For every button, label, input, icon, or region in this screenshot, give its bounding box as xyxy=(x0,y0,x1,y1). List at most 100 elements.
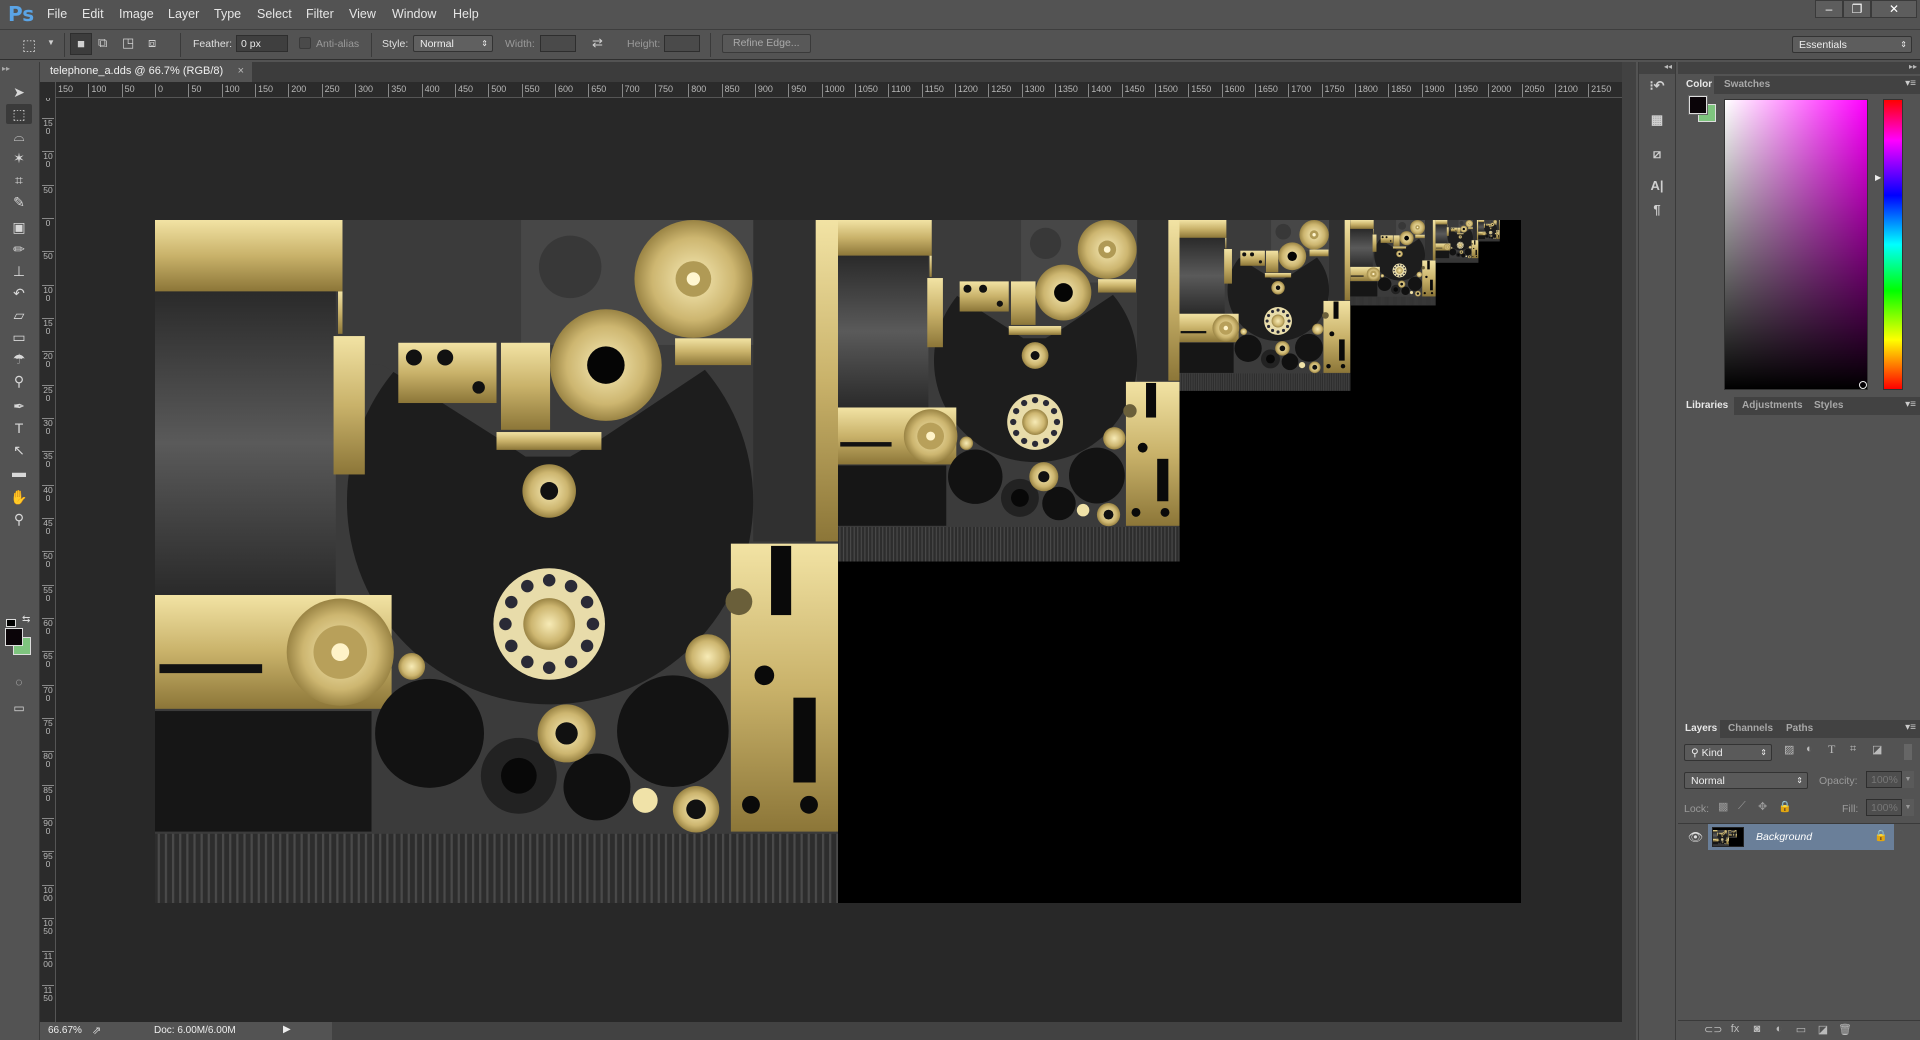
close-tab-icon[interactable]: × xyxy=(238,65,244,77)
eyedropper-tool[interactable]: ✎ xyxy=(6,192,32,212)
anti-alias-checkbox[interactable] xyxy=(299,37,311,49)
healing-brush-tool[interactable]: ▣ xyxy=(6,217,32,237)
lock-all-icon[interactable]: 🔒 xyxy=(1778,800,1792,813)
feather-input[interactable]: 0 px xyxy=(236,35,288,52)
tab-layers[interactable]: Layers xyxy=(1678,720,1720,738)
adjustment-icon[interactable]: ◐ xyxy=(1770,1023,1788,1035)
paragraph-icon[interactable]: ¶ xyxy=(1645,202,1669,217)
panel-menu-icon[interactable]: ▾≡ xyxy=(1905,722,1916,733)
panel-menu-icon[interactable]: ▾≡ xyxy=(1905,399,1916,410)
hue-slider[interactable] xyxy=(1883,99,1903,390)
lasso-tool[interactable]: ⌓ xyxy=(6,126,32,146)
fill-input[interactable]: 100% xyxy=(1866,799,1902,816)
color-picker-cursor[interactable] xyxy=(1859,381,1867,389)
menu-file[interactable]: File xyxy=(47,7,67,21)
menu-layer[interactable]: Layer xyxy=(168,7,199,21)
lock-position-icon[interactable]: ✥ xyxy=(1758,800,1767,813)
tab-styles[interactable]: Styles xyxy=(1814,400,1843,411)
layer-name[interactable]: Background xyxy=(1756,831,1812,843)
zoom-level[interactable]: 66.67% xyxy=(40,1022,82,1040)
color-field[interactable] xyxy=(1724,99,1868,390)
layer-row[interactable]: 👁 Background 🔒 xyxy=(1678,824,1920,850)
workspace-select[interactable]: Essentials ⇕ xyxy=(1792,36,1912,53)
lock-transparent-icon[interactable]: ▩ xyxy=(1718,800,1728,813)
screen-mode-icon[interactable]: ▭ xyxy=(6,698,32,718)
fill-dropdown-icon[interactable]: ▼ xyxy=(1902,799,1914,816)
eraser-tool[interactable]: ▱ xyxy=(6,305,32,325)
menu-view[interactable]: View xyxy=(349,7,376,21)
subtract-from-selection-icon[interactable]: ◳ xyxy=(122,35,134,51)
filter-type-icon[interactable]: T xyxy=(1828,742,1835,757)
swap-dimensions-icon[interactable]: ⇄ xyxy=(592,35,603,51)
folder-icon[interactable]: ▭ xyxy=(1792,1023,1810,1036)
default-colors-icon[interactable] xyxy=(6,619,16,627)
ruler-origin[interactable] xyxy=(40,82,56,98)
rectangular-marquee-tool[interactable]: ⬚ xyxy=(6,104,32,124)
refine-edge-button[interactable]: Refine Edge... xyxy=(722,34,811,53)
menu-select[interactable]: Select xyxy=(257,7,292,21)
history-icon[interactable]: ⁝↶ xyxy=(1645,78,1669,94)
trash-icon[interactable]: 🗑 xyxy=(1836,1023,1854,1036)
move-tool[interactable]: ➤ xyxy=(6,82,32,102)
expand-panels-icon[interactable]: ▸▸ xyxy=(1678,62,1920,74)
share-icon[interactable]: ⇗ xyxy=(92,1024,101,1037)
swap-colors-icon[interactable]: ⇆ xyxy=(22,614,30,625)
tab-color[interactable]: Color xyxy=(1678,76,1714,94)
tab-libraries[interactable]: Libraries xyxy=(1678,397,1734,415)
add-to-selection-icon[interactable]: ⧉ xyxy=(98,35,107,51)
filter-adjustment-icon[interactable]: ◐ xyxy=(1806,743,1813,755)
intersect-selection-icon[interactable]: ⧈ xyxy=(148,35,156,51)
restore-button[interactable]: ❐ xyxy=(1843,0,1871,18)
foreground-color-swatch[interactable] xyxy=(5,628,23,646)
hand-tool[interactable]: ✋ xyxy=(6,487,32,507)
status-menu-arrow-icon[interactable]: ▶ xyxy=(283,1024,291,1035)
fx-icon[interactable]: fx xyxy=(1726,1023,1744,1035)
rectangle-tool[interactable]: ▬ xyxy=(6,462,32,482)
quick-mask-icon[interactable]: ◌ xyxy=(6,672,32,692)
tab-channels[interactable]: Channels xyxy=(1728,723,1773,734)
layer-filter-select[interactable]: ⚲ Kind ⇕ xyxy=(1684,744,1772,761)
gradient-tool[interactable]: ▭ xyxy=(6,327,32,347)
path-selection-tool[interactable]: ↖ xyxy=(6,440,32,460)
blend-mode-select[interactable]: Normal ⇕ xyxy=(1684,772,1808,789)
filter-shape-icon[interactable]: ⌗ xyxy=(1850,743,1856,756)
close-window-button[interactable]: ✕ xyxy=(1871,0,1917,18)
filter-toggle[interactable] xyxy=(1904,744,1912,760)
menu-window[interactable]: Window xyxy=(392,7,436,21)
new-layer-icon[interactable]: ◪ xyxy=(1814,1023,1832,1036)
collapse-toolbox-icon[interactable]: ▸▸ xyxy=(2,64,10,73)
color-foreground-swatch[interactable] xyxy=(1688,95,1708,115)
minimize-button[interactable]: – xyxy=(1815,0,1843,18)
tab-paths[interactable]: Paths xyxy=(1786,723,1813,734)
menu-image[interactable]: Image xyxy=(119,7,154,21)
menu-filter[interactable]: Filter xyxy=(306,7,334,21)
width-input[interactable] xyxy=(540,35,576,52)
new-selection-icon[interactable]: ■ xyxy=(70,33,92,55)
character-icon[interactable]: A| xyxy=(1645,178,1669,193)
opacity-input[interactable]: 100% xyxy=(1866,771,1902,788)
preset-dropdown-icon[interactable]: ▼ xyxy=(47,38,55,47)
link-icon[interactable]: ⊂⊃ xyxy=(1704,1023,1722,1036)
marquee-preset-icon[interactable]: ⬚ xyxy=(22,36,36,54)
crop-tool[interactable]: ⌗ xyxy=(6,170,32,190)
opacity-dropdown-icon[interactable]: ▼ xyxy=(1902,771,1914,788)
filter-smart-object-icon[interactable]: ◪ xyxy=(1872,743,1882,756)
filter-pixel-icon[interactable]: ▨ xyxy=(1784,743,1794,756)
document-image[interactable] xyxy=(155,220,1521,903)
hue-slider-handle-icon[interactable]: ▶ xyxy=(1875,173,1881,182)
history-brush-tool[interactable]: ↶ xyxy=(6,283,32,303)
height-input[interactable] xyxy=(664,35,700,52)
clone-stamp-tool[interactable]: ⊥ xyxy=(6,261,32,281)
pen-tool[interactable]: ✒ xyxy=(6,396,32,416)
blur-tool[interactable]: ☂ xyxy=(6,349,32,369)
menu-type[interactable]: Type xyxy=(214,7,241,21)
menu-edit[interactable]: Edit xyxy=(82,7,104,21)
magic-wand-tool[interactable]: ✶ xyxy=(6,148,32,168)
document-tab[interactable]: telephone_a.dds @ 66.7% (RGB/8) × xyxy=(40,62,252,82)
menu-help[interactable]: Help xyxy=(453,7,479,21)
mask-icon[interactable]: ◙ xyxy=(1748,1023,1766,1035)
3d-icon[interactable]: ⧄ xyxy=(1645,146,1669,162)
style-select[interactable]: Normal ⇕ xyxy=(413,35,493,52)
properties-icon[interactable]: ▦ xyxy=(1645,112,1669,128)
panel-menu-icon[interactable]: ▾≡ xyxy=(1905,78,1916,89)
